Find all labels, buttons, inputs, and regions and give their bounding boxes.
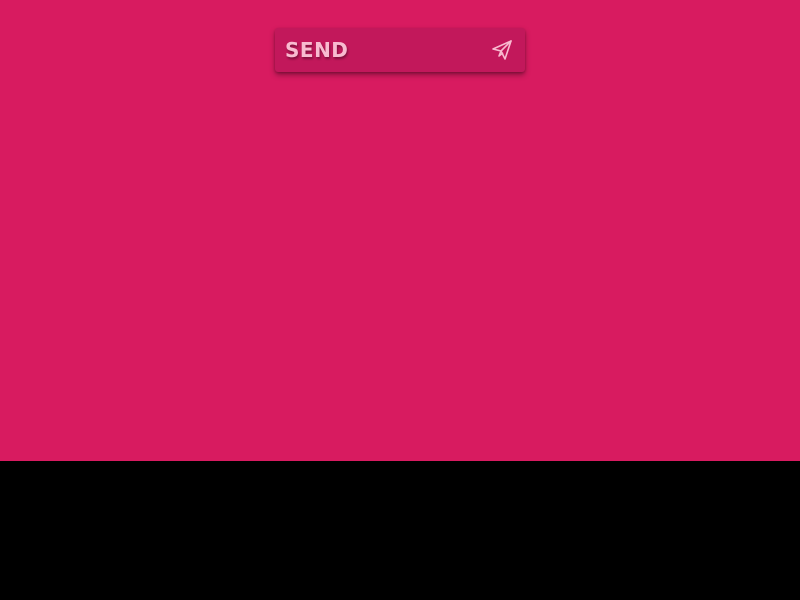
send-button-label: SEND — [285, 38, 349, 62]
app-surface: SEND — [0, 0, 800, 461]
send-button[interactable]: SEND — [275, 28, 525, 72]
bottom-blank-area — [0, 461, 800, 600]
paper-plane-icon — [490, 38, 514, 62]
